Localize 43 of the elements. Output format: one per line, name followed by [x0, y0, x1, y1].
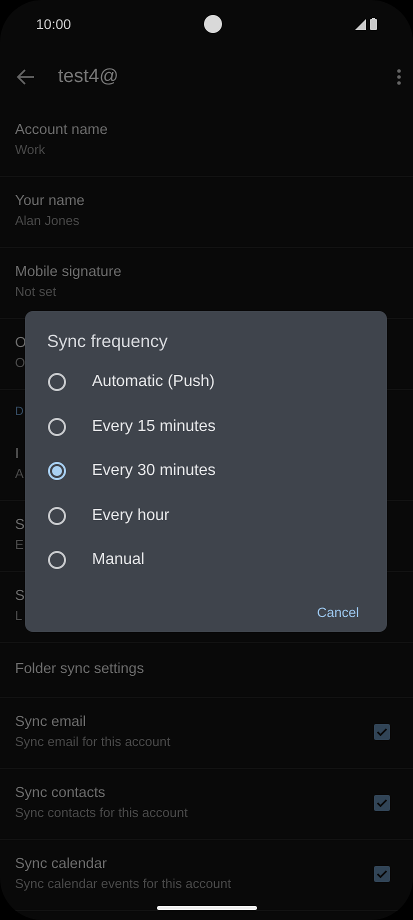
setting-title: S — [15, 588, 25, 604]
setting-title: I — [15, 446, 20, 462]
setting-title: Sync email — [15, 714, 86, 730]
camera-cutout — [204, 15, 222, 33]
dialog-title: Sync frequency — [47, 331, 169, 352]
radio-button[interactable] — [48, 506, 66, 525]
option-label[interactable]: Every 15 minutes — [92, 418, 216, 436]
setting-title: S — [15, 517, 25, 533]
setting-title: Mobile signature — [15, 264, 122, 280]
setting-summary: E — [15, 537, 24, 552]
option-label[interactable]: Automatic (Push) — [92, 373, 215, 392]
setting-title: Account name — [15, 122, 108, 138]
radio-button[interactable] — [48, 418, 66, 436]
checkbox[interactable] — [374, 724, 390, 740]
setting-summary: Alan Jones — [15, 213, 80, 228]
setting-title: Sync calendar — [15, 856, 107, 872]
section-header: D — [15, 404, 24, 418]
option-label[interactable]: Manual — [92, 551, 144, 570]
status-time: 10:00 — [36, 16, 72, 32]
option-label[interactable]: Every 30 minutes — [92, 462, 216, 480]
setting-summary: Sync contacts for this account — [15, 805, 188, 820]
option-label[interactable]: Every hour — [92, 506, 170, 525]
setting-summary: L — [15, 608, 22, 623]
battery-icon — [370, 18, 377, 30]
setting-summary: Not set — [15, 284, 56, 299]
setting-title: Folder sync settings — [15, 661, 144, 677]
checkbox[interactable] — [374, 795, 390, 811]
setting-summary: Sync calendar events for this account — [15, 876, 232, 891]
radio-button[interactable] — [48, 373, 66, 392]
more-options-icon[interactable] — [397, 69, 401, 85]
setting-summary: Sync email for this account — [15, 734, 170, 749]
cancel-button[interactable]: Cancel — [310, 596, 365, 628]
back-arrow-icon[interactable] — [16, 67, 36, 87]
setting-summary: A — [15, 466, 24, 481]
setting-title: Your name — [15, 193, 85, 209]
signal-icon — [354, 18, 366, 30]
setting-title: Sync contacts — [15, 785, 106, 801]
app-bar-title: test4@ — [58, 66, 120, 88]
radio-button[interactable] — [48, 462, 66, 480]
setting-summary: Work — [15, 142, 46, 157]
setting-summary: O — [15, 355, 26, 370]
checkbox[interactable] — [374, 866, 390, 882]
radio-button[interactable] — [48, 551, 66, 570]
